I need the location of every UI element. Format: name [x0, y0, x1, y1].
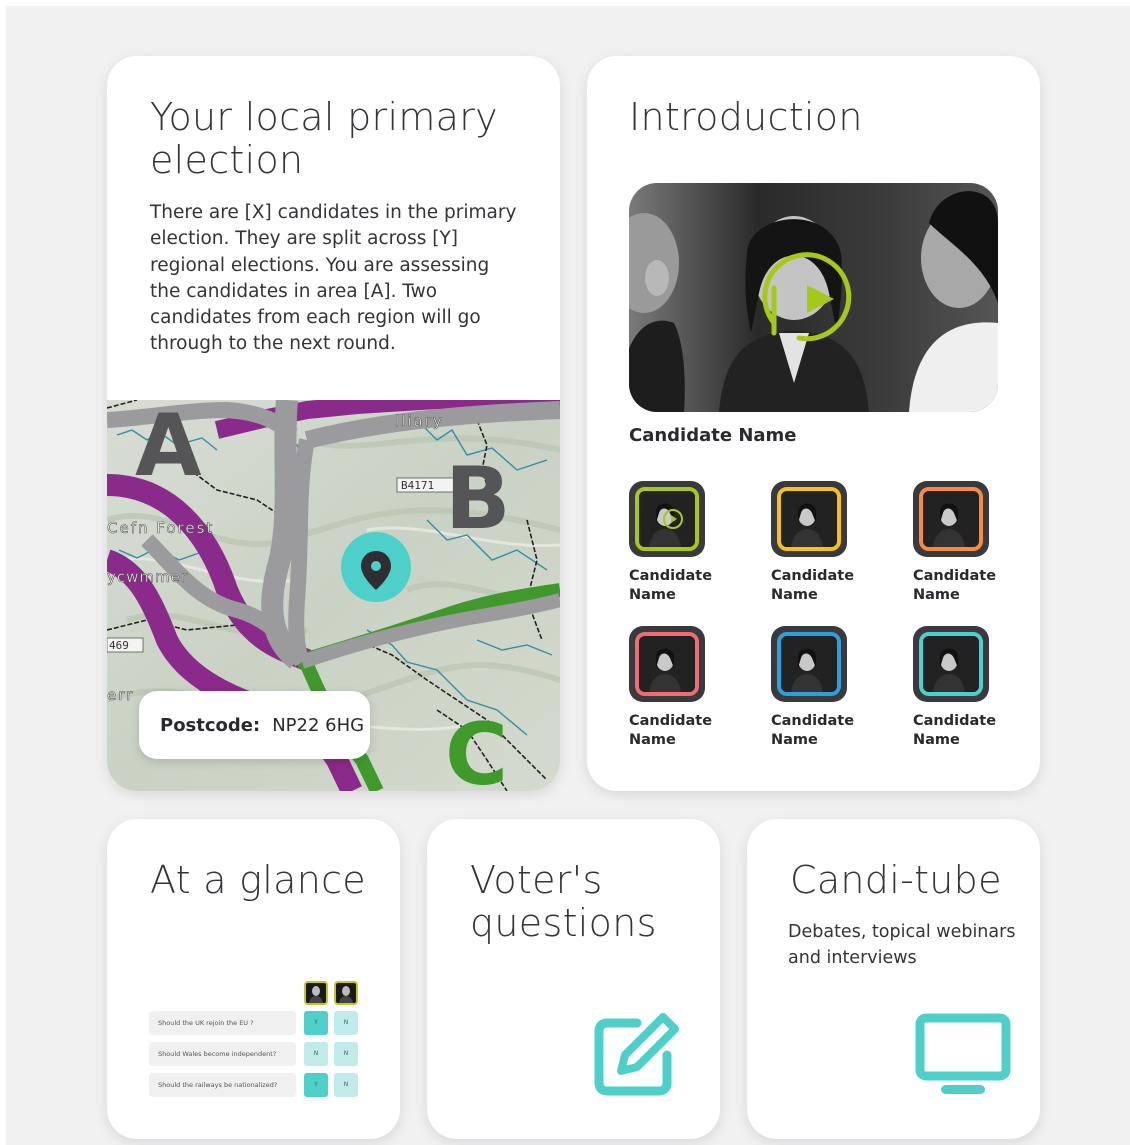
place-label-ycwmmer: ycwmmer	[107, 568, 188, 586]
candidate-mini-thumbnail	[304, 981, 328, 1005]
candidate-photo	[777, 632, 841, 696]
candidate-name: Candidate Name	[913, 568, 997, 603]
edit-icon[interactable]	[593, 1013, 679, 1099]
region-label-c: C	[445, 705, 508, 791]
postcode-box[interactable]: Postcode: NP22 6HG	[139, 691, 370, 759]
candidate-tile[interactable]: Candidate Name	[771, 481, 861, 605]
place-label-err: err	[107, 686, 134, 704]
voters-questions-title: Voter's questions	[470, 858, 657, 945]
answer-no: N	[334, 1042, 358, 1066]
candidate-name: Candidate Name	[771, 713, 855, 748]
candidate-photo	[919, 632, 983, 696]
candidate-photo	[777, 487, 841, 551]
at-a-glance-title: At a glance	[150, 858, 366, 902]
candidate-tile[interactable]: Candidate Name	[629, 481, 719, 605]
answer-yes: Y	[304, 1073, 328, 1097]
intro-video[interactable]	[629, 183, 998, 412]
location-pin-icon[interactable]	[341, 532, 411, 602]
candidate-photo	[635, 632, 699, 696]
local-election-card[interactable]: Your local primary election There are [X…	[107, 56, 560, 791]
place-label-hillary: lliary	[395, 412, 444, 430]
region-label-b: B	[445, 449, 511, 549]
election-title: Your local primary election	[150, 95, 498, 182]
election-description: There are [X] candidates in the primary …	[150, 202, 517, 355]
featured-candidate-name: Candidate Name	[629, 425, 797, 446]
candi-tube-card[interactable]: Candi-tube Debates, topical webinars and…	[747, 819, 1040, 1139]
postcode-label: Postcode:	[160, 714, 261, 736]
place-label-cefn-forest: Cefn Forest	[107, 519, 214, 537]
candi-tube-description: Debates, topical webinars and interviews	[788, 922, 1016, 968]
candidate-name: Candidate Name	[771, 568, 855, 603]
candidate-thumbnail[interactable]	[629, 626, 705, 702]
answer-no: N	[334, 1073, 358, 1097]
candidate-tile[interactable]: Candidate Name	[629, 626, 719, 750]
voters-questions-card[interactable]: Voter's questions	[427, 819, 720, 1139]
at-a-glance-card[interactable]: At a glance Should the UK rejoin the EU …	[107, 819, 400, 1139]
question-row: Should Wales become independent?	[149, 1042, 296, 1066]
candidate-mini-thumbnail	[334, 981, 358, 1005]
question-row: Should the UK rejoin the EU ?	[149, 1011, 296, 1035]
candidate-thumbnail[interactable]	[913, 481, 989, 557]
candidate-tile[interactable]: Candidate Name	[771, 626, 861, 750]
introduction-title: Introduction	[629, 95, 863, 139]
introduction-card[interactable]: Introduction Candidate Name Candidate Na…	[587, 56, 1040, 791]
answer-no: N	[304, 1042, 328, 1066]
road-label-b4171: B4171	[401, 479, 434, 492]
candidate-name: Candidate Name	[629, 713, 713, 748]
monitor-icon[interactable]	[915, 1013, 1011, 1099]
answer-no: N	[334, 1011, 358, 1035]
region-label-a: A	[135, 400, 202, 496]
candidate-thumbnail[interactable]	[771, 481, 847, 557]
answer-yes: Y	[304, 1011, 328, 1035]
candidate-name: Candidate Name	[913, 713, 997, 748]
candidate-thumbnail[interactable]	[771, 626, 847, 702]
candidate-thumbnail[interactable]	[913, 626, 989, 702]
postcode-value: NP22 6HG	[272, 714, 365, 736]
question-row: Should the railways be nationalized?	[149, 1073, 296, 1097]
road-label-469: 469	[109, 639, 129, 652]
candidate-photo	[919, 487, 983, 551]
candidate-thumbnail[interactable]	[629, 481, 705, 557]
candidate-tile[interactable]: Candidate Name	[913, 481, 1003, 605]
candidate-photo	[635, 487, 699, 551]
candidate-tile[interactable]: Candidate Name	[913, 626, 1003, 750]
candidate-name: Candidate Name	[629, 568, 713, 603]
candi-tube-title: Candi-tube	[790, 858, 1002, 902]
